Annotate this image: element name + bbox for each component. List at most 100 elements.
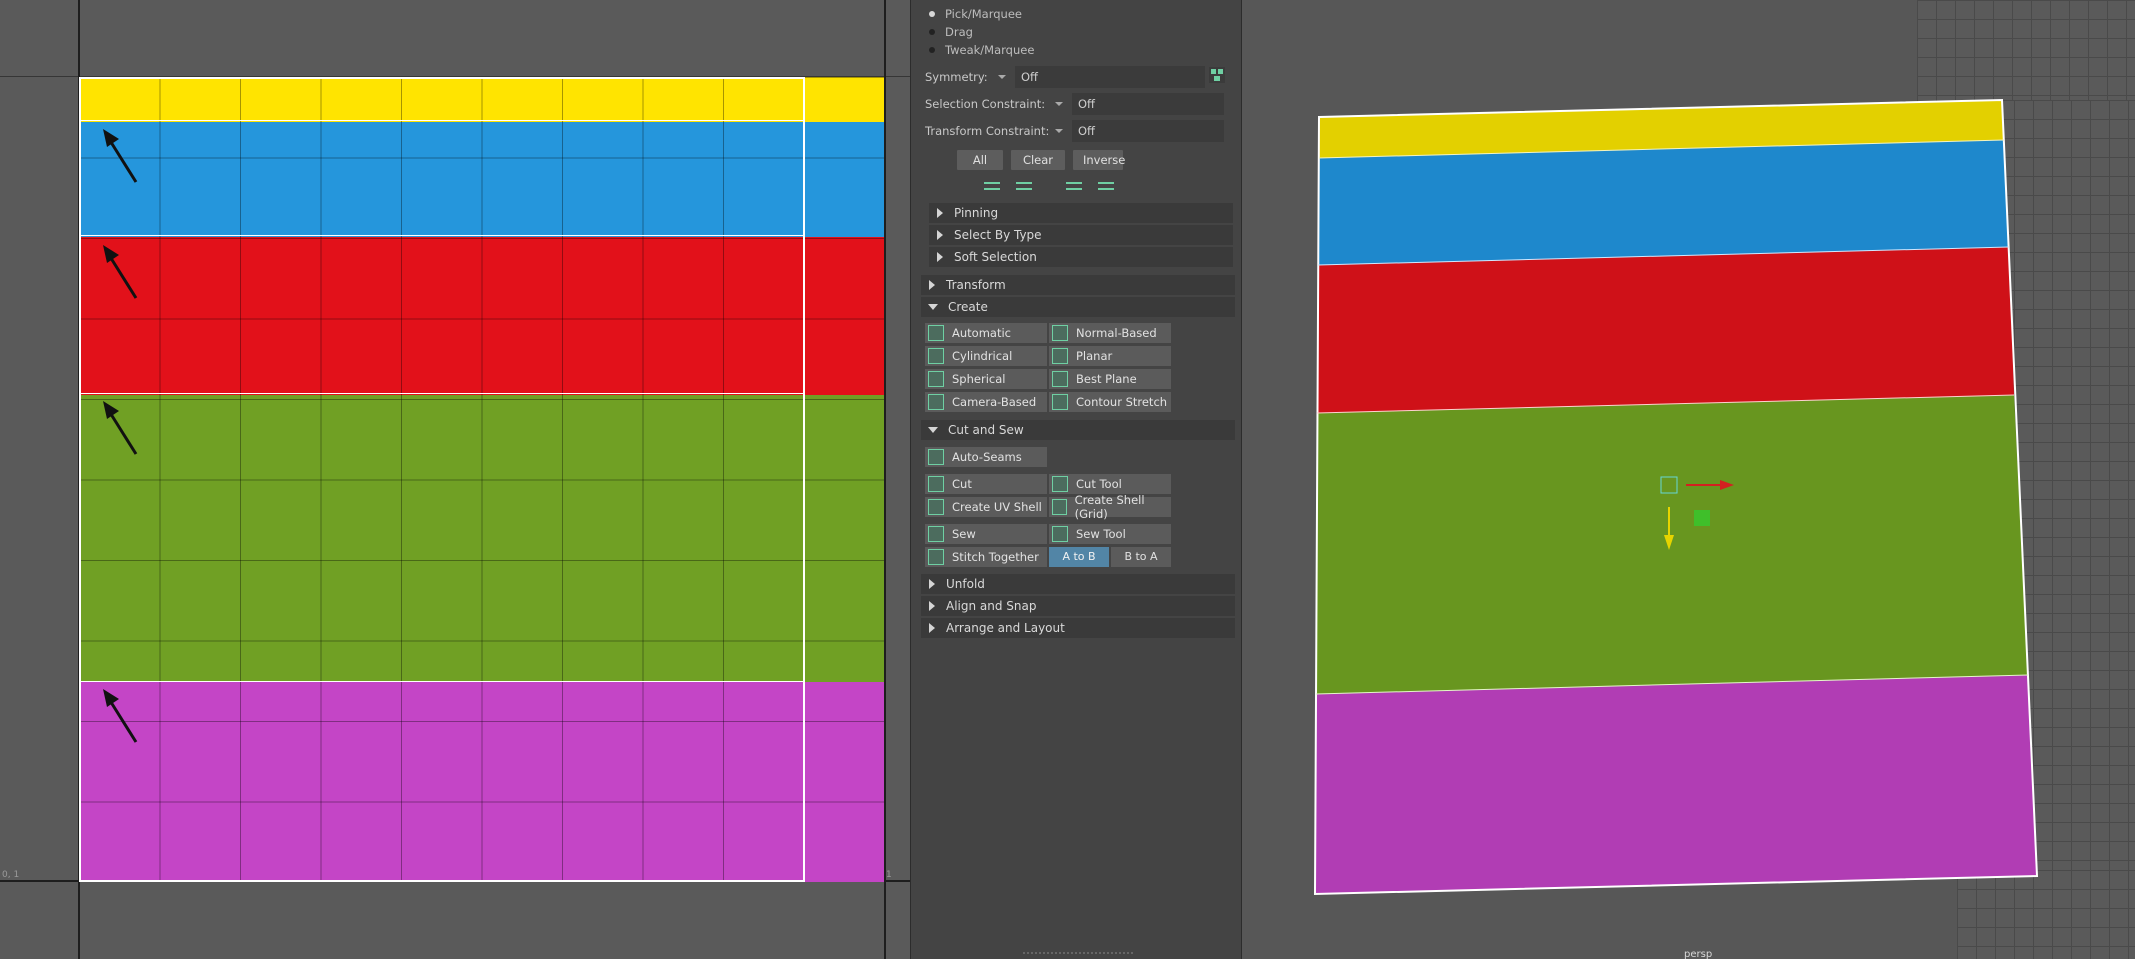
section-cut-and-sew[interactable]: Cut and Sew bbox=[921, 420, 1235, 440]
sew-tools: Sew Sew Tool Stitch Together A to B B to… bbox=[925, 524, 1171, 567]
create-shell-grid-icon bbox=[1052, 499, 1067, 515]
shrink-selection-icon[interactable] bbox=[983, 178, 1001, 194]
expand-arrow-icon bbox=[937, 230, 943, 240]
contour-stretch-button[interactable]: Contour Stretch bbox=[1049, 392, 1171, 412]
normal-based-mapping-button[interactable]: Normal-Based bbox=[1049, 323, 1171, 343]
panel-resize-handle[interactable] bbox=[1023, 952, 1133, 954]
uv-editor-panel[interactable]: 0, 1 1 bbox=[0, 0, 910, 959]
uv-band-red[interactable] bbox=[79, 237, 884, 395]
contour-stretch-icon bbox=[1052, 394, 1068, 410]
spherical-icon bbox=[928, 371, 944, 387]
cylindrical-mapping-button[interactable]: Cylindrical bbox=[925, 346, 1047, 366]
expand-arrow-icon bbox=[929, 280, 935, 290]
auto-seams-icon bbox=[928, 449, 944, 465]
chevron-down-icon[interactable] bbox=[1054, 93, 1064, 115]
auto-seams-button[interactable]: Auto-Seams bbox=[925, 447, 1047, 467]
best-plane-icon bbox=[1052, 371, 1068, 387]
create-uv-shell-button[interactable]: Create UV Shell bbox=[925, 497, 1047, 517]
collapse-arrow-icon bbox=[928, 304, 938, 310]
symmetry-label: Symmetry: bbox=[925, 70, 988, 84]
symmetry-toggle-icon[interactable] bbox=[1208, 66, 1226, 84]
uv-band-green[interactable] bbox=[79, 395, 884, 682]
cut-sew-tools: Cut Cut Tool Create UV Shell Create Shel… bbox=[925, 474, 1171, 521]
section-align-and-snap[interactable]: Align and Snap bbox=[921, 596, 1235, 616]
expand-arrow-icon bbox=[929, 601, 935, 611]
section-transform[interactable]: Transform bbox=[921, 275, 1235, 295]
section-label: Create bbox=[948, 300, 988, 314]
transform-constraint-row: Transform Constraint: Off bbox=[925, 120, 1224, 142]
planar-mapping-button[interactable]: Planar bbox=[1049, 346, 1171, 366]
stitch-together-button[interactable]: Stitch Together bbox=[925, 547, 1047, 567]
spherical-mapping-button[interactable]: Spherical bbox=[925, 369, 1047, 389]
selection-constraint-label: Selection Constraint: bbox=[925, 97, 1046, 111]
section-arrange-and-layout[interactable]: Arrange and Layout bbox=[921, 618, 1235, 638]
camera-based-mapping-button[interactable]: Camera-Based bbox=[925, 392, 1047, 412]
selection-constraint-dropdown[interactable]: Off bbox=[1072, 93, 1224, 115]
radio-drag[interactable]: Drag bbox=[929, 24, 973, 40]
plane-mesh[interactable] bbox=[1242, 0, 2135, 959]
radio-icon bbox=[929, 29, 935, 35]
section-label: Arrange and Layout bbox=[946, 621, 1065, 635]
uv-grid[interactable] bbox=[79, 77, 884, 882]
create-uv-shell-icon bbox=[928, 499, 944, 515]
expand-arrow-icon bbox=[937, 252, 943, 262]
automatic-mapping-icon bbox=[928, 325, 944, 341]
section-label: Pinning bbox=[954, 206, 999, 220]
mesh-band-blue bbox=[1318, 140, 2009, 265]
expand-arrow-icon bbox=[937, 208, 943, 218]
symmetry-row: Symmetry: Off bbox=[925, 66, 1205, 88]
section-label: Align and Snap bbox=[946, 599, 1037, 613]
cylindrical-icon bbox=[928, 348, 944, 364]
sew-tool-button[interactable]: Sew Tool bbox=[1049, 524, 1171, 544]
arrow-icon bbox=[103, 245, 138, 299]
uv-band-blue[interactable] bbox=[79, 122, 884, 237]
best-plane-button[interactable]: Best Plane bbox=[1049, 369, 1171, 389]
section-label: Cut and Sew bbox=[948, 423, 1024, 437]
section-label: Select By Type bbox=[954, 228, 1042, 242]
expand-arrow-icon bbox=[929, 623, 935, 633]
chevron-down-icon[interactable] bbox=[997, 66, 1007, 88]
automatic-mapping-button[interactable]: Automatic bbox=[925, 323, 1047, 343]
inverse-selection-button[interactable]: Inverse bbox=[1073, 150, 1125, 170]
uv-band-magenta[interactable] bbox=[79, 682, 884, 882]
sew-button[interactable]: Sew bbox=[925, 524, 1047, 544]
select-border-icon[interactable] bbox=[1097, 178, 1115, 194]
select-all-button[interactable]: All bbox=[957, 150, 1003, 170]
grow-selection-icon[interactable] bbox=[1015, 178, 1033, 194]
section-label: Transform bbox=[946, 278, 1006, 292]
cut-icon bbox=[928, 476, 944, 492]
chevron-down-icon[interactable] bbox=[1054, 120, 1064, 142]
uv-band-yellow[interactable] bbox=[79, 77, 884, 122]
camera-based-icon bbox=[928, 394, 944, 410]
transform-constraint-label: Transform Constraint: bbox=[925, 124, 1050, 138]
sew-tool-icon bbox=[1052, 526, 1068, 542]
symmetry-dropdown[interactable]: Off bbox=[1015, 66, 1205, 88]
sew-icon bbox=[928, 526, 944, 542]
section-pinning[interactable]: Pinning bbox=[929, 203, 1233, 223]
radio-icon bbox=[929, 11, 935, 17]
section-soft-selection[interactable]: Soft Selection bbox=[929, 247, 1233, 267]
planar-icon bbox=[1052, 348, 1068, 364]
radio-tweak-marquee[interactable]: Tweak/Marquee bbox=[929, 42, 1034, 58]
section-create[interactable]: Create bbox=[921, 297, 1235, 317]
transform-constraint-dropdown[interactable]: Off bbox=[1072, 120, 1224, 142]
cut-tool-button[interactable]: Cut Tool bbox=[1049, 474, 1171, 494]
select-shell-icon[interactable] bbox=[1065, 178, 1083, 194]
radio-label: Pick/Marquee bbox=[945, 7, 1022, 21]
radio-pick-marquee[interactable]: Pick/Marquee bbox=[929, 6, 1022, 22]
section-unfold[interactable]: Unfold bbox=[921, 574, 1235, 594]
b-to-a-option[interactable]: B to A bbox=[1111, 547, 1171, 567]
create-shell-grid-button[interactable]: Create Shell (Grid) bbox=[1049, 493, 1171, 521]
section-label: Unfold bbox=[946, 577, 985, 591]
radio-label: Tweak/Marquee bbox=[945, 43, 1035, 57]
normal-based-icon bbox=[1052, 325, 1068, 341]
clear-selection-button[interactable]: Clear bbox=[1011, 150, 1065, 170]
perspective-viewport[interactable]: persp bbox=[1242, 0, 2135, 959]
cut-button[interactable]: Cut bbox=[925, 474, 1047, 494]
camera-name-label: persp bbox=[1684, 949, 1713, 959]
a-to-b-option[interactable]: A to B bbox=[1049, 547, 1109, 567]
section-select-by-type[interactable]: Select By Type bbox=[929, 225, 1233, 245]
arrow-icon bbox=[103, 401, 138, 455]
expand-arrow-icon bbox=[929, 579, 935, 589]
section-label: Soft Selection bbox=[954, 250, 1037, 264]
